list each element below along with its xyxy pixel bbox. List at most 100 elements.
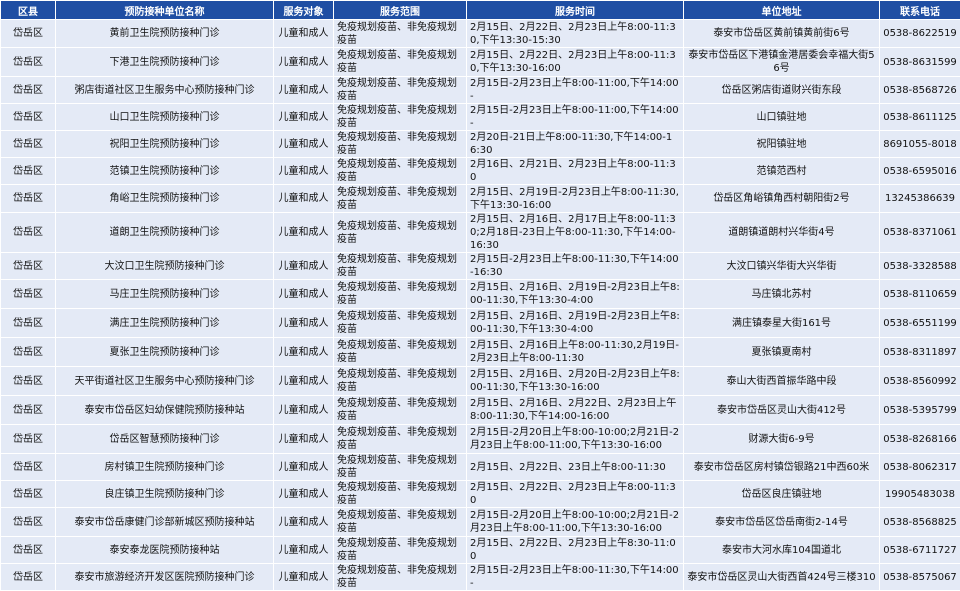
cell-address: 满庄镇泰星大街161号	[684, 309, 880, 338]
table-row: 岱岳区泰安市岱岳康健门诊部新城区预防接种站儿童和成人免疫规划疫苗、非免疫规划疫苗…	[1, 508, 960, 537]
cell-phone: 0538-8611125	[880, 104, 960, 131]
cell-time: 2月15日、2月16日、2月20日-2月23日上午8:00-11:30,下午13…	[467, 367, 684, 396]
cell-scope: 免疫规划疫苗、非免疫规划疫苗	[334, 309, 467, 338]
header-county: 区县	[1, 1, 56, 20]
cell-time: 2月15日、2月22日、2月23日上午8:30-11:00	[467, 537, 684, 564]
cell-phone: 19905483038	[880, 481, 960, 508]
cell-address: 大汶口镇兴华街大兴华街	[684, 253, 880, 280]
cell-address: 山口镇驻地	[684, 104, 880, 131]
cell-unit-name: 黄前卫生院预防接种门诊	[56, 20, 274, 48]
table-row: 岱岳区马庄卫生院预防接种门诊儿童和成人免疫规划疫苗、非免疫规划疫苗2月15日、2…	[1, 280, 960, 309]
cell-scope: 免疫规划疫苗、非免疫规划疫苗	[334, 77, 467, 104]
cell-phone: 0538-3328588	[880, 253, 960, 280]
header-phone: 联系电话	[880, 1, 960, 20]
cell-address: 泰山大街西首振华路中段	[684, 367, 880, 396]
cell-phone: 0538-6551199	[880, 309, 960, 338]
cell-phone: 0538-8371061	[880, 213, 960, 253]
cell-time: 2月15日、2月16日、2月17日上午8:00-11:30;2月18日-23日上…	[467, 213, 684, 253]
cell-phone: 0538-8575067	[880, 564, 960, 591]
cell-unit-name: 下港卫生院预防接种门诊	[56, 48, 274, 77]
vaccination-sites-table: 区县 预防接种单位名称 服务对象 服务范围 服务时间 单位地址 联系电话 岱岳区…	[0, 0, 960, 591]
cell-time: 2月15日、2月22日、23日上午8:00-11:30	[467, 454, 684, 481]
cell-unit-name: 泰安市旅游经济开发区医院预防接种门诊	[56, 564, 274, 591]
cell-county: 岱岳区	[1, 185, 56, 213]
header-target: 服务对象	[274, 1, 334, 20]
cell-unit-name: 马庄卫生院预防接种门诊	[56, 280, 274, 309]
cell-address: 祝阳镇驻地	[684, 131, 880, 158]
cell-county: 岱岳区	[1, 131, 56, 158]
cell-phone: 0538-8568726	[880, 77, 960, 104]
cell-county: 岱岳区	[1, 338, 56, 367]
cell-time: 2月15日-2月20日上午8:00-10:00;2月21日-2月23日上午8:0…	[467, 508, 684, 537]
cell-phone: 0538-8311897	[880, 338, 960, 367]
cell-target: 儿童和成人	[274, 213, 334, 253]
table-row: 岱岳区房村镇卫生院预防接种门诊儿童和成人免疫规划疫苗、非免疫规划疫苗2月15日、…	[1, 454, 960, 481]
cell-county: 岱岳区	[1, 537, 56, 564]
cell-scope: 免疫规划疫苗、非免疫规划疫苗	[334, 537, 467, 564]
cell-scope: 免疫规划疫苗、非免疫规划疫苗	[334, 213, 467, 253]
cell-scope: 免疫规划疫苗、非免疫规划疫苗	[334, 481, 467, 508]
cell-time: 2月15日、2月16日上午8:00-11:30,2月19日-2月23日上午8:0…	[467, 338, 684, 367]
cell-scope: 免疫规划疫苗、非免疫规划疫苗	[334, 104, 467, 131]
cell-target: 儿童和成人	[274, 280, 334, 309]
cell-county: 岱岳区	[1, 48, 56, 77]
cell-phone: 0538-6595016	[880, 158, 960, 185]
cell-county: 岱岳区	[1, 253, 56, 280]
cell-target: 儿童和成人	[274, 185, 334, 213]
cell-scope: 免疫规划疫苗、非免疫规划疫苗	[334, 564, 467, 591]
header-scope: 服务范围	[334, 1, 467, 20]
cell-phone: 0538-8631599	[880, 48, 960, 77]
table-row: 岱岳区泰安泰龙医院预防接种站儿童和成人免疫规划疫苗、非免疫规划疫苗2月15日、2…	[1, 537, 960, 564]
cell-address: 财源大街6-9号	[684, 425, 880, 454]
cell-time: 2月15日-2月20日上午8:00-10:00;2月21日-2月23日上午8:0…	[467, 425, 684, 454]
cell-county: 岱岳区	[1, 367, 56, 396]
cell-county: 岱岳区	[1, 20, 56, 48]
table-row: 岱岳区大汶口卫生院预防接种门诊儿童和成人免疫规划疫苗、非免疫规划疫苗2月15日-…	[1, 253, 960, 280]
cell-unit-name: 大汶口卫生院预防接种门诊	[56, 253, 274, 280]
cell-address: 泰安市岱岳区房村镇岱银路21中西60米	[684, 454, 880, 481]
cell-address: 岱岳区粥店街道财兴街东段	[684, 77, 880, 104]
cell-target: 儿童和成人	[274, 367, 334, 396]
cell-scope: 免疫规划疫苗、非免疫规划疫苗	[334, 396, 467, 425]
cell-time: 2月15日、2月16日、2月19日-2月23日上午8:00-11:30,下午13…	[467, 280, 684, 309]
cell-unit-name: 夏张卫生院预防接种门诊	[56, 338, 274, 367]
cell-target: 儿童和成人	[274, 131, 334, 158]
cell-scope: 免疫规划疫苗、非免疫规划疫苗	[334, 253, 467, 280]
cell-target: 儿童和成人	[274, 564, 334, 591]
cell-phone: 13245386639	[880, 185, 960, 213]
table-row: 岱岳区黄前卫生院预防接种门诊儿童和成人免疫规划疫苗、非免疫规划疫苗2月15日、2…	[1, 20, 960, 48]
table-row: 岱岳区下港卫生院预防接种门诊儿童和成人免疫规划疫苗、非免疫规划疫苗2月15日、2…	[1, 48, 960, 77]
cell-scope: 免疫规划疫苗、非免疫规划疫苗	[334, 48, 467, 77]
cell-unit-name: 满庄卫生院预防接种门诊	[56, 309, 274, 338]
cell-unit-name: 岱岳区智慧预防接种门诊	[56, 425, 274, 454]
table-row: 岱岳区良庄镇卫生院预防接种门诊儿童和成人免疫规划疫苗、非免疫规划疫苗2月15日、…	[1, 481, 960, 508]
cell-county: 岱岳区	[1, 564, 56, 591]
table-row: 岱岳区粥店街道社区卫生服务中心预防接种门诊儿童和成人免疫规划疫苗、非免疫规划疫苗…	[1, 77, 960, 104]
cell-county: 岱岳区	[1, 481, 56, 508]
cell-address: 岱岳区角峪镇角西村朝阳街2号	[684, 185, 880, 213]
table-row: 岱岳区满庄卫生院预防接种门诊儿童和成人免疫规划疫苗、非免疫规划疫苗2月15日、2…	[1, 309, 960, 338]
cell-time: 2月15日、2月16日、2月22日、2月23日上午8:00-11:30,下午14…	[467, 396, 684, 425]
cell-scope: 免疫规划疫苗、非免疫规划疫苗	[334, 338, 467, 367]
cell-address: 泰安市岱岳区下港镇金港居委会幸福大街56号	[684, 48, 880, 77]
cell-scope: 免疫规划疫苗、非免疫规划疫苗	[334, 425, 467, 454]
cell-phone: 0538-8062317	[880, 454, 960, 481]
cell-phone: 0538-8568825	[880, 508, 960, 537]
cell-unit-name: 泰安市岱岳区妇幼保健院预防接种站	[56, 396, 274, 425]
cell-unit-name: 范镇卫生院预防接种门诊	[56, 158, 274, 185]
cell-target: 儿童和成人	[274, 253, 334, 280]
cell-unit-name: 角峪卫生院预防接种门诊	[56, 185, 274, 213]
cell-scope: 免疫规划疫苗、非免疫规划疫苗	[334, 280, 467, 309]
cell-unit-name: 房村镇卫生院预防接种门诊	[56, 454, 274, 481]
cell-phone: 0538-8622519	[880, 20, 960, 48]
cell-target: 儿童和成人	[274, 77, 334, 104]
header-address: 单位地址	[684, 1, 880, 20]
cell-time: 2月15日-2月23日上午8:00-11:30,下午14:00-16:30	[467, 253, 684, 280]
cell-unit-name: 良庄镇卫生院预防接种门诊	[56, 481, 274, 508]
table-row: 岱岳区山口卫生院预防接种门诊儿童和成人免疫规划疫苗、非免疫规划疫苗2月15日-2…	[1, 104, 960, 131]
cell-time: 2月15日-2月23日上午8:00-11:00,下午14:00-	[467, 77, 684, 104]
cell-scope: 免疫规划疫苗、非免疫规划疫苗	[334, 131, 467, 158]
cell-address: 泰安市岱岳区黄前镇黄前街6号	[684, 20, 880, 48]
table-header-row: 区县 预防接种单位名称 服务对象 服务范围 服务时间 单位地址 联系电话	[1, 1, 960, 20]
header-unit-name: 预防接种单位名称	[56, 1, 274, 20]
